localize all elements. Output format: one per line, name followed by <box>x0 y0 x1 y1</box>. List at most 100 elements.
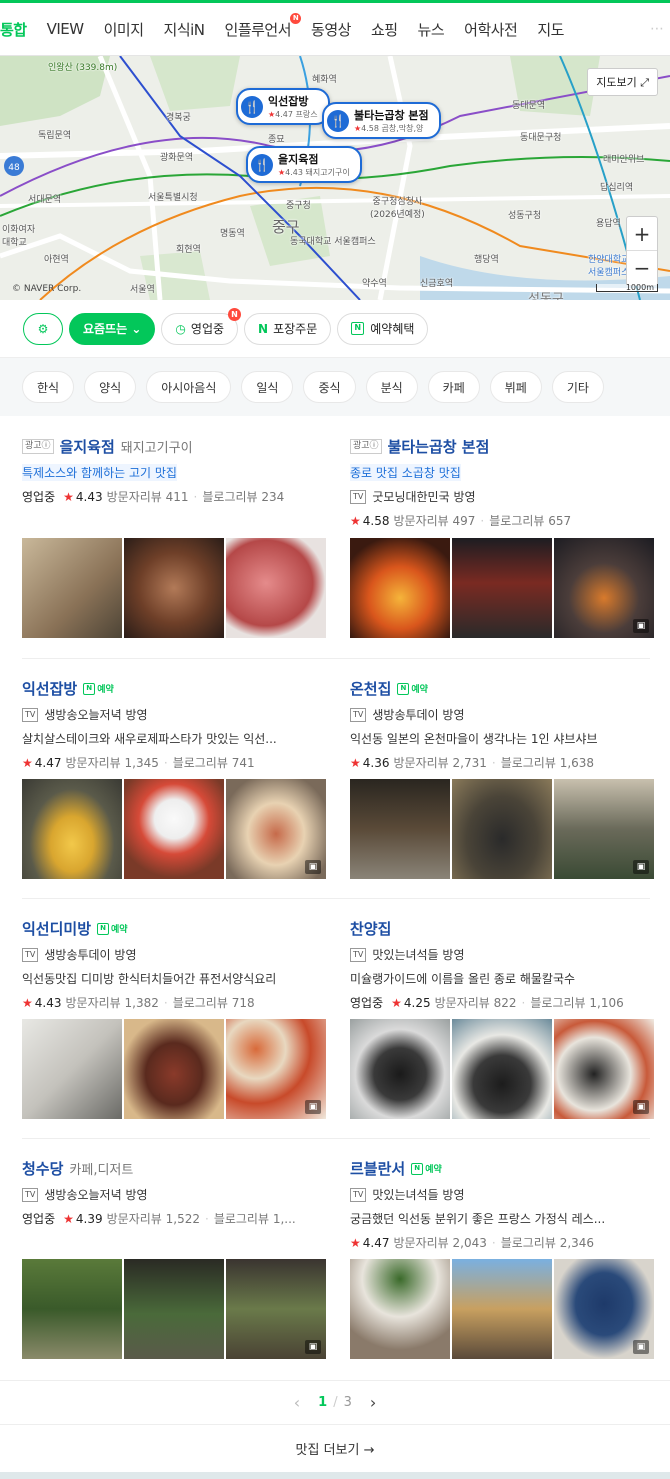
zoom-out-button[interactable]: − <box>627 251 657 285</box>
place-name[interactable]: 을지육점 <box>60 436 115 457</box>
filter-takeout-label: 포장주문 <box>273 322 318 336</box>
photo-strip[interactable] <box>22 538 326 638</box>
map-pin[interactable]: 🍴 불타는곱창 본점 ★4.58 곱창,막창,양 <box>322 102 441 139</box>
category-chip[interactable]: 일식 <box>241 371 294 403</box>
tab-images[interactable]: 이미지 <box>104 19 144 40</box>
place-card[interactable]: 익선디미방 N 예약 TV 생방송투데이 방영 익선동맛집 디미방 한식터치들어간 퓨… <box>22 918 326 1011</box>
place-photo[interactable]: ▣ <box>226 1259 326 1359</box>
photo-strip[interactable]: ▣ <box>350 1259 654 1359</box>
place-photo[interactable] <box>124 1019 224 1119</box>
category-chip[interactable]: 양식 <box>84 371 137 403</box>
place-photo[interactable] <box>22 538 122 638</box>
place-photo[interactable]: ▣ <box>554 1259 654 1359</box>
prev-page-button[interactable]: ‹ <box>294 1393 300 1412</box>
category-chip[interactable]: 분식 <box>365 371 418 403</box>
place-photo[interactable] <box>22 779 122 879</box>
place-card[interactable]: 온천집 N 예약 TV 생방송투데이 방영 익선동 일본의 온천마을이 생각나는 1인… <box>350 678 654 771</box>
category-chip[interactable]: 중식 <box>303 371 356 403</box>
category-chip[interactable]: 아시아음식 <box>146 371 232 403</box>
photo-strip[interactable]: ▣ <box>22 779 326 879</box>
tv-appearance: 맛있는녀석들 방영 <box>372 1188 465 1202</box>
place-photo[interactable]: ▣ <box>226 779 326 879</box>
place-name[interactable]: 청수당 <box>22 1158 63 1179</box>
place-name[interactable]: 익선디미방 <box>22 918 91 939</box>
zoom-control: + − <box>626 216 658 286</box>
place-card[interactable]: 청수당 카페,디저트 TV 생방송오늘저녁 방영 영업중 ★ 4.39 방문자리뷰 1,5… <box>22 1158 326 1227</box>
blog-reviews: 블로그리뷰 234 <box>202 490 285 504</box>
place-card[interactable]: 광고ⓘ 불타는곱창 본점 종로 맛집 소곱창 맛집 TV 굿모닝대한민국 방영 ★ 4… <box>350 436 654 529</box>
photo-strip[interactable]: ▣ <box>22 1019 326 1119</box>
place-name[interactable]: 불타는곱창 본점 <box>388 436 490 457</box>
place-photo[interactable] <box>452 1019 552 1119</box>
place-photo[interactable]: ▣ <box>554 1019 654 1119</box>
category-chip[interactable]: 기타 <box>551 371 604 403</box>
rating: 4.43 <box>75 489 103 504</box>
tab-shopping[interactable]: 쇼핑 <box>371 19 398 40</box>
fork-knife-icon: 🍴 <box>327 109 349 132</box>
place-photo[interactable] <box>22 1019 122 1119</box>
tv-icon: TV <box>350 1187 367 1202</box>
tab-influencer[interactable]: 인플루언서 N <box>225 12 302 40</box>
place-photo[interactable] <box>22 1259 122 1359</box>
blog-reviews: 블로그리뷰 741 <box>172 756 255 770</box>
place-description: 익선동맛집 디미방 한식터치들어간 퓨전서양식요리 <box>22 972 277 986</box>
filter-open[interactable]: ◷ 영업중 N <box>161 307 242 345</box>
photo-strip[interactable]: ▣ <box>22 1259 326 1359</box>
tab-dictionary[interactable]: 어학사전 <box>464 19 518 40</box>
total-pages: 3 <box>343 1395 352 1410</box>
map-label: 이화여자 대학교 <box>2 225 36 248</box>
place-photo[interactable]: ▣ <box>226 1019 326 1119</box>
place-photo[interactable]: ▣ <box>554 538 654 638</box>
place-photo[interactable] <box>124 1259 224 1359</box>
tab-video[interactable]: 동영상 <box>311 19 351 40</box>
place-photo[interactable] <box>350 538 450 638</box>
place-card[interactable]: 르블란서 N 예약 TV 맛있는녀석들 방영 궁금했던 익선동 분위기 좋은 프랑스 … <box>350 1158 654 1251</box>
place-photo[interactable] <box>226 538 326 638</box>
filter-settings-button[interactable]: ⚙ <box>23 312 63 345</box>
place-name[interactable]: 르블란서 <box>350 1158 405 1179</box>
category-chip[interactable]: 카페 <box>427 371 480 403</box>
place-photo[interactable] <box>124 779 224 879</box>
tab-map[interactable]: 지도 <box>537 19 564 40</box>
photo-strip[interactable]: ▣ <box>350 538 654 638</box>
filter-takeout[interactable]: N 포장주문 <box>244 312 332 345</box>
next-page-button[interactable]: › <box>370 1393 376 1412</box>
place-photo[interactable]: ▣ <box>554 779 654 879</box>
place-photo[interactable] <box>350 1019 450 1119</box>
reservation-badge: 예약 <box>97 685 114 695</box>
more-restaurants-link[interactable]: 맛집 더보기 → <box>0 1424 670 1472</box>
place-photo[interactable] <box>350 779 450 879</box>
tab-news[interactable]: 뉴스 <box>418 19 445 40</box>
tab-integrated[interactable]: 통합 <box>0 19 27 40</box>
tab-kin[interactable]: 지식iN <box>164 19 206 40</box>
place-photo[interactable] <box>124 538 224 638</box>
map-view-button[interactable]: 지도보기 ⤢ <box>587 68 658 96</box>
filter-reserve[interactable]: N 예약혜택 <box>337 312 429 345</box>
category-chip[interactable]: 뷔페 <box>489 371 542 403</box>
tab-view[interactable]: VIEW <box>47 20 85 38</box>
map-label: 혜화역 <box>312 75 337 85</box>
place-photo[interactable] <box>452 779 552 879</box>
place-photo[interactable] <box>350 1259 450 1359</box>
place-card[interactable]: 광고ⓘ 을지육점 돼지고기구이 특제소스와 함께하는 고기 맛집 영업중 ★ 4.43 방… <box>22 436 326 505</box>
filter-popular-label: 요즘뜨는 <box>83 322 128 336</box>
photo-strip[interactable]: ▣ <box>350 1019 654 1119</box>
map-pin[interactable]: 🍴 익선잡방 ★4.47 프랑스 <box>236 88 330 125</box>
place-name[interactable]: 익선잡방 <box>22 678 77 699</box>
category-chip[interactable]: 한식 <box>22 371 75 403</box>
photo-strip[interactable]: ▣ <box>350 779 654 879</box>
place-photo[interactable] <box>452 1259 552 1359</box>
pagination: ‹ 1 / 3 › <box>0 1380 670 1424</box>
more-tabs-icon[interactable]: ⋯ <box>650 21 664 37</box>
place-photo[interactable] <box>452 538 552 638</box>
place-name[interactable]: 찬양집 <box>350 918 391 939</box>
rating: 4.36 <box>362 755 390 770</box>
place-card[interactable]: 찬양집 TV 맛있는녀석들 방영 미슐랭가이드에 이름을 올린 종로 해물칼국수 … <box>350 918 654 1011</box>
zoom-in-button[interactable]: + <box>627 217 657 251</box>
search-tabs: 통합 VIEW 이미지 지식iN 인플루언서 N 동영상 쇼핑 뉴스 어학사전 지… <box>0 0 670 56</box>
map-pin[interactable]: 🍴 을지육점 ★4.43 돼지고기구이 <box>246 146 362 183</box>
map-area[interactable]: 48 인왕산 (339.8m) 혜화역 경복궁 독립문역 종묘 광화문역 서대문… <box>0 56 670 300</box>
place-card[interactable]: 익선잡방 N 예약 TV 생방송오늘저녁 방영 살치살스테이크와 새우로제파스타가 맛… <box>22 678 326 771</box>
filter-popular[interactable]: 요즘뜨는 ⌄ <box>69 312 156 345</box>
place-name[interactable]: 온천집 <box>350 678 391 699</box>
